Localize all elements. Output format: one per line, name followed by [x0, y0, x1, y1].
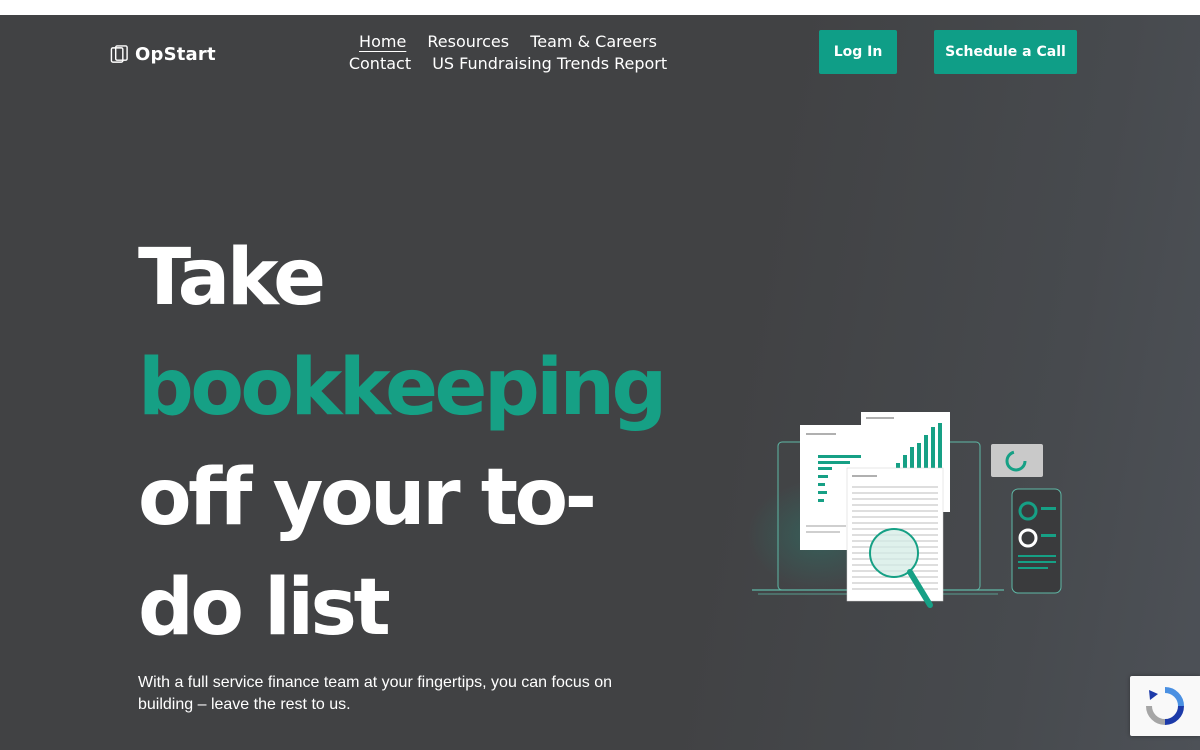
page: OpStart Home Resources Team & Careers Co… [0, 15, 1200, 750]
hero-title-line-1: Take [138, 233, 326, 323]
recaptcha-badge[interactable] [1130, 676, 1200, 736]
finance-documents-illustration [748, 412, 1062, 608]
nav-fundraising-report[interactable]: US Fundraising Trends Report [432, 53, 667, 75]
hero-title-line-2: bookkeeping [138, 343, 667, 433]
nav-resources[interactable]: Resources [427, 31, 509, 53]
schedule-call-button[interactable]: Schedule a Call [934, 30, 1077, 74]
opstart-logo-icon [110, 45, 128, 63]
brand-name: OpStart [135, 44, 216, 65]
recaptcha-icon [1146, 687, 1184, 725]
hero-subtitle: With a full service finance team at your… [138, 674, 613, 713]
nav-home[interactable]: Home [359, 31, 406, 53]
brand-logo[interactable]: OpStart [110, 44, 216, 65]
hero-title-line-3: off your to- [138, 453, 597, 543]
main-nav: Home Resources Team & Careers Contact US… [318, 31, 698, 75]
login-button[interactable]: Log In [819, 30, 897, 74]
hero-title: Take bookkeeping off your to- do list [138, 223, 667, 663]
nav-team-careers[interactable]: Team & Careers [530, 31, 657, 53]
nav-contact[interactable]: Contact [349, 53, 411, 75]
hero-title-line-4: do list [138, 563, 391, 653]
